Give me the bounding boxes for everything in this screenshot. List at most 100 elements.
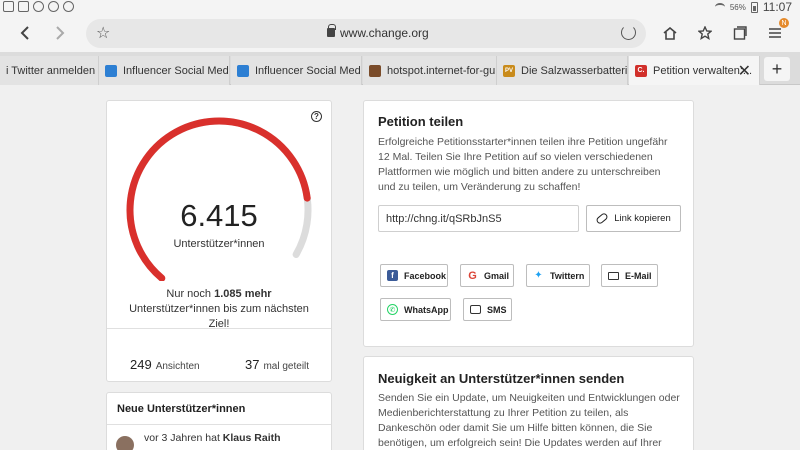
system-status: 56% 11:07 [714,0,792,14]
views-stat: 249 Ansichten [130,357,200,372]
battery-icon [750,1,758,13]
send-update-card: Neuigkeit an Unterstützer*innen senden S… [363,356,694,450]
mail-icon [608,271,619,280]
forward-arrow-icon [56,26,65,40]
share-sms-button[interactable]: SMS [463,298,512,321]
share-twitter-button[interactable]: ✦ Twittern [526,264,590,287]
tab-hotspot[interactable]: hotspot.internet-for-gu... [363,56,497,85]
divider [107,424,331,425]
share-label: Gmail [484,270,510,281]
change-icon: C. [635,64,647,77]
notification-icons [3,1,74,12]
whatsapp-icon: ✆ [387,304,398,315]
tab-influencer-1[interactable]: Influencer Social Medi... [99,56,230,85]
signature-gauge [126,117,312,281]
tabs-icon [733,26,747,40]
views-label: Ansichten [155,361,200,372]
lock-icon [327,24,336,37]
back-button[interactable] [13,21,37,45]
share-label: Twittern [550,270,585,281]
home-button[interactable] [658,21,682,45]
address-bar[interactable]: ☆ www.change.org [86,19,646,48]
goal-suffix: Unterstützer*innen bis zum nächsten Ziel… [129,303,309,330]
next-goal-text: Nur noch 1.085 mehr Unterstützer*innen b… [127,287,311,332]
supporter-time: vor 3 Jahren hat [144,432,223,444]
copy-link-button[interactable]: Link kopieren [586,205,681,232]
tab-petition-verwalten[interactable]: C. Petition verwalten:... ✕ [629,56,760,85]
facebook-icon: f [387,270,398,281]
doc-icon [105,64,117,77]
tab-title: hotspot.internet-for-gu... [387,64,497,77]
sms-icon [470,305,481,314]
hotspot-icon [369,64,381,77]
share-email-button[interactable]: E-Mail [601,264,658,287]
update-card-title: Neuigkeit an Unterstützer*innen senden [378,371,625,386]
copy-link-label: Link kopieren [614,213,671,224]
divider [107,328,331,329]
wifi-icon [714,3,725,11]
share-gmail-button[interactable]: G Gmail [460,264,514,287]
tab-twitter[interactable]: i Twitter anmelden /... [0,56,99,85]
tab-title: Die Salzwasserbatteri... [521,64,628,77]
supporters-card-title: Neue Unterstützer*innen [117,403,246,415]
goal-remaining: 1.085 mehr [214,288,272,300]
share-label: WhatsApp [404,304,449,315]
bookmark-star-icon[interactable]: ☆ [96,23,110,43]
bookmarks-button[interactable] [693,21,717,45]
tab-strip: i Twitter anmelden /... Influencer Socia… [0,52,800,85]
notification-badge-icon: N [779,18,789,28]
tab-salzwasser[interactable]: PV Die Salzwasserbatteri... [497,56,628,85]
signature-count: 6.415 [180,198,258,233]
menu-button[interactable]: N [763,18,789,45]
facebook-notification-icon [18,1,29,12]
doc-icon [237,64,249,77]
tabs-overview-button[interactable] [728,21,752,45]
views-count: 249 [130,357,152,372]
signature-stats-card: ? 6.415 Unterstützer*innen Nur noch 1.08… [106,100,332,382]
whatsapp-notification-icon [33,1,44,12]
plus-icon: + [771,58,783,79]
share-whatsapp-button[interactable]: ✆ WhatsApp [380,298,451,321]
pv-icon: PV [503,64,515,77]
clock: 11:07 [762,0,792,14]
new-tab-button[interactable]: + [764,57,790,81]
star-list-icon [698,26,712,40]
back-arrow-icon [20,26,29,40]
short-link-input[interactable] [378,205,579,232]
supporter-entry: vor 3 Jahren hat Klaus Raith [144,432,281,444]
share-label: Facebook [404,270,447,281]
signature-label: Unterstützer*innen [173,238,265,250]
gmail-icon: G [467,269,478,282]
battery-percent: 56% [729,2,746,12]
tab-title: Influencer Social Medi... [123,64,230,77]
share-label: SMS [487,304,507,315]
share-petition-card: Petition teilen Erfolgreiche Petitionsst… [363,100,694,347]
share-label: E-Mail [625,270,652,281]
share-card-body: Erfolgreiche Petitionsstarter*innen teil… [378,136,668,193]
shares-stat: 37 mal geteilt [245,357,309,372]
link-icon [595,211,610,226]
goal-prefix: Nur noch [166,288,215,300]
url-text[interactable]: www.change.org [340,26,429,40]
supporter-name: Klaus Raith [222,432,281,444]
tab-influencer-2[interactable]: Influencer Social Medi... [231,56,362,85]
forward-button[interactable] [48,21,72,45]
browser-toolbar: ☆ www.change.org N [0,14,800,52]
close-tab-icon[interactable]: ✕ [738,61,751,81]
home-icon [663,26,677,40]
status-bar: 56% 11:07 [0,0,800,14]
supporter-avatar [116,436,134,450]
new-supporters-card: Neue Unterstützer*innen vor 3 Jahren hat… [106,392,332,450]
share-card-title: Petition teilen [378,114,464,129]
update-card-body: Senden Sie ein Update, um Neuigkeiten un… [378,392,680,449]
share-facebook-button[interactable]: f Facebook [380,264,448,287]
shares-count: 37 [245,357,260,372]
reload-icon[interactable] [621,25,636,40]
tab-title: i Twitter anmelden /... [6,64,98,77]
hamburger-menu-icon [769,28,781,38]
tab-title: Influencer Social Medi... [255,64,362,77]
shares-label: mal geteilt [263,361,310,372]
page-content: ? 6.415 Unterstützer*innen Nur noch 1.08… [0,85,800,450]
facebook-notification-icon [3,1,14,12]
app-notification-icon [63,1,74,12]
